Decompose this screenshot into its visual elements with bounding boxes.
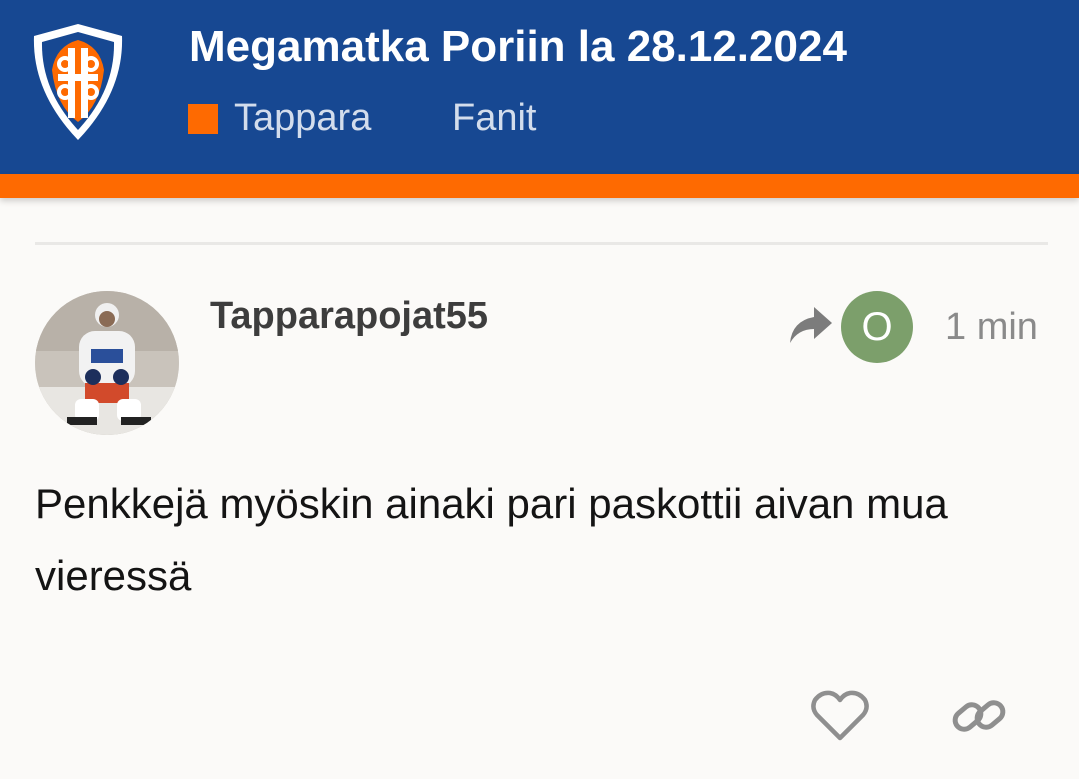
tag-fanit[interactable]: Fanit [452, 97, 536, 140]
category-label: Tappara [234, 97, 372, 139]
like-button[interactable] [809, 688, 871, 744]
share-link-button[interactable] [948, 688, 1010, 744]
category-badge[interactable]: Tappara [188, 97, 371, 140]
post-age[interactable]: 1 min [945, 306, 1038, 349]
post-divider [35, 242, 1048, 245]
heart-icon [811, 690, 869, 741]
post-username[interactable]: Tapparapojat55 [210, 295, 488, 338]
reply-to-arrow-icon[interactable] [786, 305, 834, 347]
link-icon [952, 700, 1006, 732]
header-accent-stripe [0, 174, 1079, 198]
tappara-logo[interactable] [28, 20, 128, 144]
user-avatar[interactable] [35, 291, 179, 435]
topic-title[interactable]: Megamatka Poriin la 28.12.2024 [189, 22, 847, 72]
category-color-square [188, 103, 218, 134]
post-body: Penkkejä myöskin ainaki pari paskottii a… [35, 480, 948, 599]
reply-to-avatar[interactable]: O [841, 291, 913, 363]
site-header: Megamatka Poriin la 28.12.2024 Tappara F… [0, 0, 1079, 174]
